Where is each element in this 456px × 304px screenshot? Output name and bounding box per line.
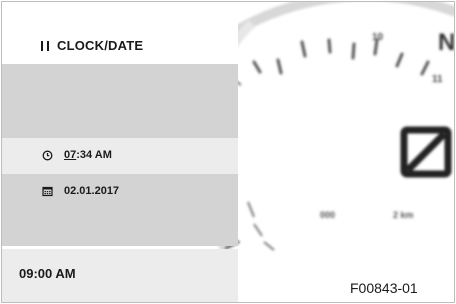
time-setting-row[interactable]: 07:34 AM	[2, 138, 238, 174]
pause-icon	[41, 41, 49, 51]
menu-spacer	[2, 210, 238, 246]
svg-text:10: 10	[372, 32, 384, 43]
svg-text:11: 11	[432, 74, 443, 85]
current-time-bar: 09:00 AM	[2, 249, 238, 302]
clock-date-menu: CLOCK/DATE 07:34 AM 02.01.2017 09:00 AM	[2, 2, 238, 302]
calendar-icon	[42, 186, 53, 197]
time-hour-selected[interactable]: 07	[64, 149, 76, 161]
date-setting-row[interactable]: 02.01.2017	[2, 174, 238, 210]
time-minutes-ampm: :34 AM	[76, 149, 112, 161]
current-time: 09:00 AM	[19, 266, 76, 281]
date-value: 02.01.2017	[64, 185, 120, 197]
svg-text:000: 000	[320, 210, 335, 220]
clock-icon	[42, 150, 53, 161]
menu-title: CLOCK/DATE	[57, 38, 144, 53]
instrument-display: 10 11 N 000 2 km CLOCK/DATE 07:34 AM 02.…	[1, 1, 455, 303]
figure-id-label: F00843-01	[350, 280, 418, 296]
time-value: 07:34 AM	[64, 149, 112, 161]
svg-text:N: N	[438, 29, 455, 56]
menu-empty-area	[2, 64, 238, 138]
svg-text:2 km: 2 km	[393, 210, 414, 220]
menu-header: CLOCK/DATE	[2, 2, 238, 64]
